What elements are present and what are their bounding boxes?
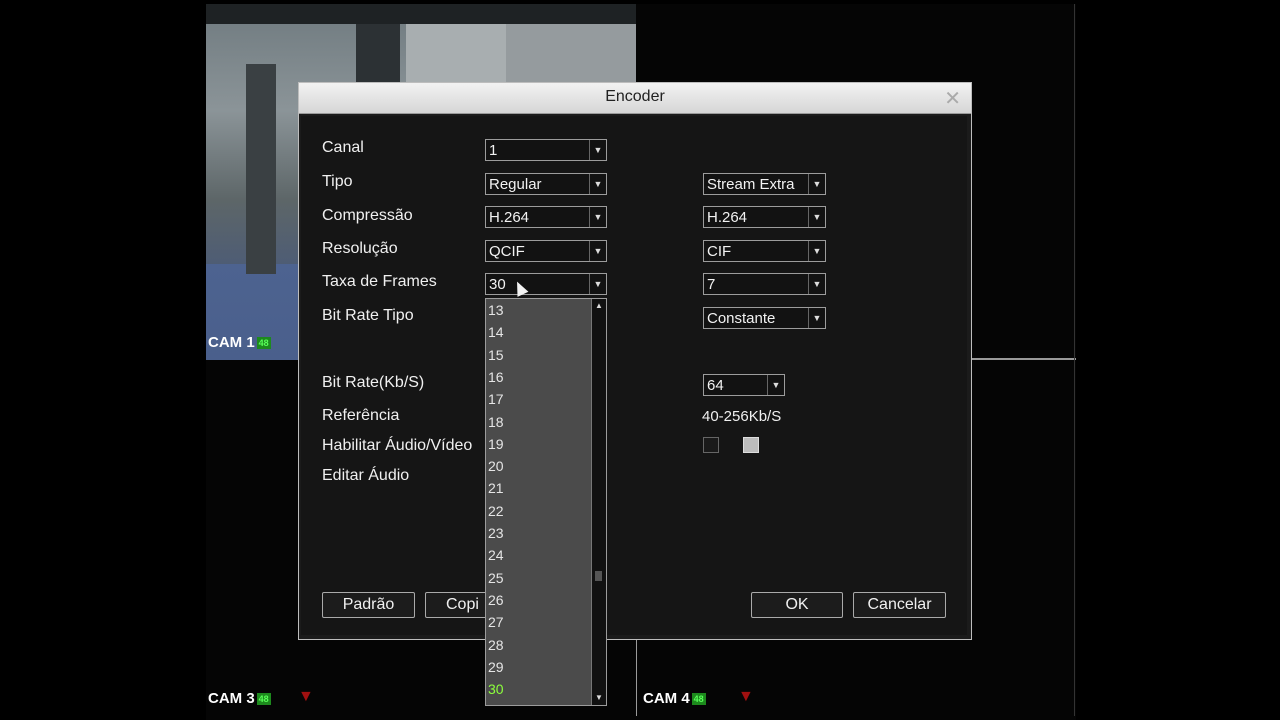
grid-divider <box>970 358 1076 360</box>
canal-value: 1 <box>489 142 498 159</box>
frame-rate-option[interactable]: 21 <box>488 480 588 496</box>
camera-4-label: CAM 4 48 <box>643 690 706 707</box>
chevron-down-icon: ▼ <box>589 174 606 194</box>
editar-audio-label: Editar Áudio <box>322 467 410 484</box>
chevron-down-icon: ▼ <box>767 375 784 395</box>
chevron-down-icon: ▼ <box>589 274 606 294</box>
camera-1-ceiling <box>206 4 636 24</box>
dialog-titlebar[interactable]: Encoder ✕ <box>299 83 971 114</box>
frame-rate-option[interactable]: 15 <box>488 347 588 363</box>
extra-compressao-select[interactable]: H.264 ▼ <box>703 206 826 228</box>
camera-3-status-badge: 48 <box>256 693 271 706</box>
chevron-down-icon: ▼ <box>808 174 825 194</box>
extra-bit-rate-value: 64 <box>707 377 724 394</box>
dropdown-scrollbar[interactable]: ▲ ▼ <box>591 299 606 705</box>
frame-rate-option[interactable]: 16 <box>488 369 588 385</box>
frame-rate-option[interactable]: 17 <box>488 391 588 407</box>
camera-3-label: CAM 3 48 <box>208 690 271 707</box>
frame-rate-option[interactable]: 24 <box>488 547 588 563</box>
extra-tipo-value: Stream Extra <box>707 176 795 193</box>
tipo-value: Regular <box>489 176 542 193</box>
frame-rate-option[interactable]: 13 <box>488 302 588 318</box>
frame-rate-option[interactable]: 28 <box>488 637 588 653</box>
frame-rate-option[interactable]: 30 <box>488 681 588 697</box>
chevron-down-icon: ▼ <box>808 274 825 294</box>
ok-button[interactable]: OK <box>751 592 843 618</box>
frame-rate-option[interactable]: 23 <box>488 525 588 541</box>
tipo-select[interactable]: Regular ▼ <box>485 173 607 195</box>
extra-bit-rate-tipo-select[interactable]: Constante ▼ <box>703 307 826 329</box>
canal-select[interactable]: 1 ▼ <box>485 139 607 161</box>
compressao-value: H.264 <box>489 209 530 226</box>
audio-enable-checkbox[interactable] <box>743 437 759 453</box>
compressao-select[interactable]: H.264 ▼ <box>485 206 607 228</box>
extra-taxa-frames-select[interactable]: 7 ▼ <box>703 273 826 295</box>
record-icon: ▼ <box>298 688 314 705</box>
camera-4-status-badge: 48 <box>691 693 706 706</box>
grid-divider <box>1074 4 1075 716</box>
record-icon: ▼ <box>738 688 754 705</box>
taxa-frames-value: 30 <box>489 276 506 293</box>
chevron-down-icon: ▼ <box>808 241 825 261</box>
habilitar-audio-video-label: Habilitar Áudio/Vídeo <box>322 437 473 454</box>
extra-bit-rate-tipo-value: Constante <box>707 310 776 327</box>
grid-divider <box>636 640 637 716</box>
referencia-label: Referência <box>322 407 400 424</box>
extra-resolucao-value: CIF <box>707 243 732 260</box>
frame-rate-option[interactable]: 27 <box>488 614 588 630</box>
extra-resolucao-select[interactable]: CIF ▼ <box>703 240 826 262</box>
camera-3-name: CAM 3 <box>208 690 255 707</box>
chevron-down-icon: ▼ <box>808 207 825 227</box>
resolucao-value: QCIF <box>489 243 525 260</box>
frame-rate-option[interactable]: 22 <box>488 503 588 519</box>
frame-rate-option[interactable]: 18 <box>488 414 588 430</box>
cancelar-button[interactable]: Cancelar <box>853 592 946 618</box>
camera-1-pillar <box>246 64 276 274</box>
camera-1-wall <box>406 24 506 84</box>
frame-rate-option[interactable]: 25 <box>488 570 588 586</box>
tipo-label: Tipo <box>322 173 353 190</box>
extra-compressao-value: H.264 <box>707 209 748 226</box>
taxa-frames-select[interactable]: 30 ▼ <box>485 273 607 295</box>
frame-rate-option[interactable]: 14 <box>488 324 588 340</box>
camera-4-name: CAM 4 <box>643 690 690 707</box>
camera-1-wall <box>506 24 636 84</box>
frame-rate-option[interactable]: 20 <box>488 458 588 474</box>
chevron-down-icon: ▼ <box>808 308 825 328</box>
frame-rate-dropdown-list[interactable]: ▲ ▼ 13 14 15 16 17 18 19 20 21 22 23 24 25 26 27 28 29 30 <box>485 298 607 706</box>
padrao-button[interactable]: Padrão <box>322 592 415 618</box>
extra-referencia-value: 40-256Kb/S <box>702 408 782 425</box>
encoder-dialog: Encoder ✕ <box>298 82 972 640</box>
camera-1-status-badge: 48 <box>256 337 271 350</box>
chevron-down-icon: ▼ <box>589 140 606 160</box>
canal-label: Canal <box>322 139 364 156</box>
compressao-label: Compressão <box>322 207 413 224</box>
extra-bit-rate-select[interactable]: 64 ▼ <box>703 374 785 396</box>
scrollbar-thumb[interactable] <box>595 571 602 581</box>
resolucao-select[interactable]: QCIF ▼ <box>485 240 607 262</box>
bit-rate-tipo-label: Bit Rate Tipo <box>322 307 414 324</box>
scroll-up-icon[interactable]: ▲ <box>592 299 606 313</box>
bit-rate-label: Bit Rate(Kb/S) <box>322 374 425 391</box>
chevron-down-icon: ▼ <box>589 207 606 227</box>
frame-rate-option[interactable]: 26 <box>488 592 588 608</box>
resolucao-label: Resolução <box>322 240 398 257</box>
scroll-down-icon[interactable]: ▼ <box>592 691 606 705</box>
taxa-frames-label: Taxa de Frames <box>322 273 437 290</box>
extra-tipo-select[interactable]: Stream Extra ▼ <box>703 173 826 195</box>
extra-taxa-frames-value: 7 <box>707 276 716 293</box>
video-enable-checkbox[interactable] <box>703 437 719 453</box>
frame-rate-option[interactable]: 29 <box>488 659 588 675</box>
camera-1-name: CAM 1 <box>208 334 255 351</box>
frame-rate-option[interactable]: 19 <box>488 436 588 452</box>
dialog-title: Encoder <box>605 88 665 105</box>
chevron-down-icon: ▼ <box>589 241 606 261</box>
camera-1-label: CAM 1 48 <box>208 334 271 351</box>
close-icon[interactable]: ✕ <box>944 86 961 111</box>
